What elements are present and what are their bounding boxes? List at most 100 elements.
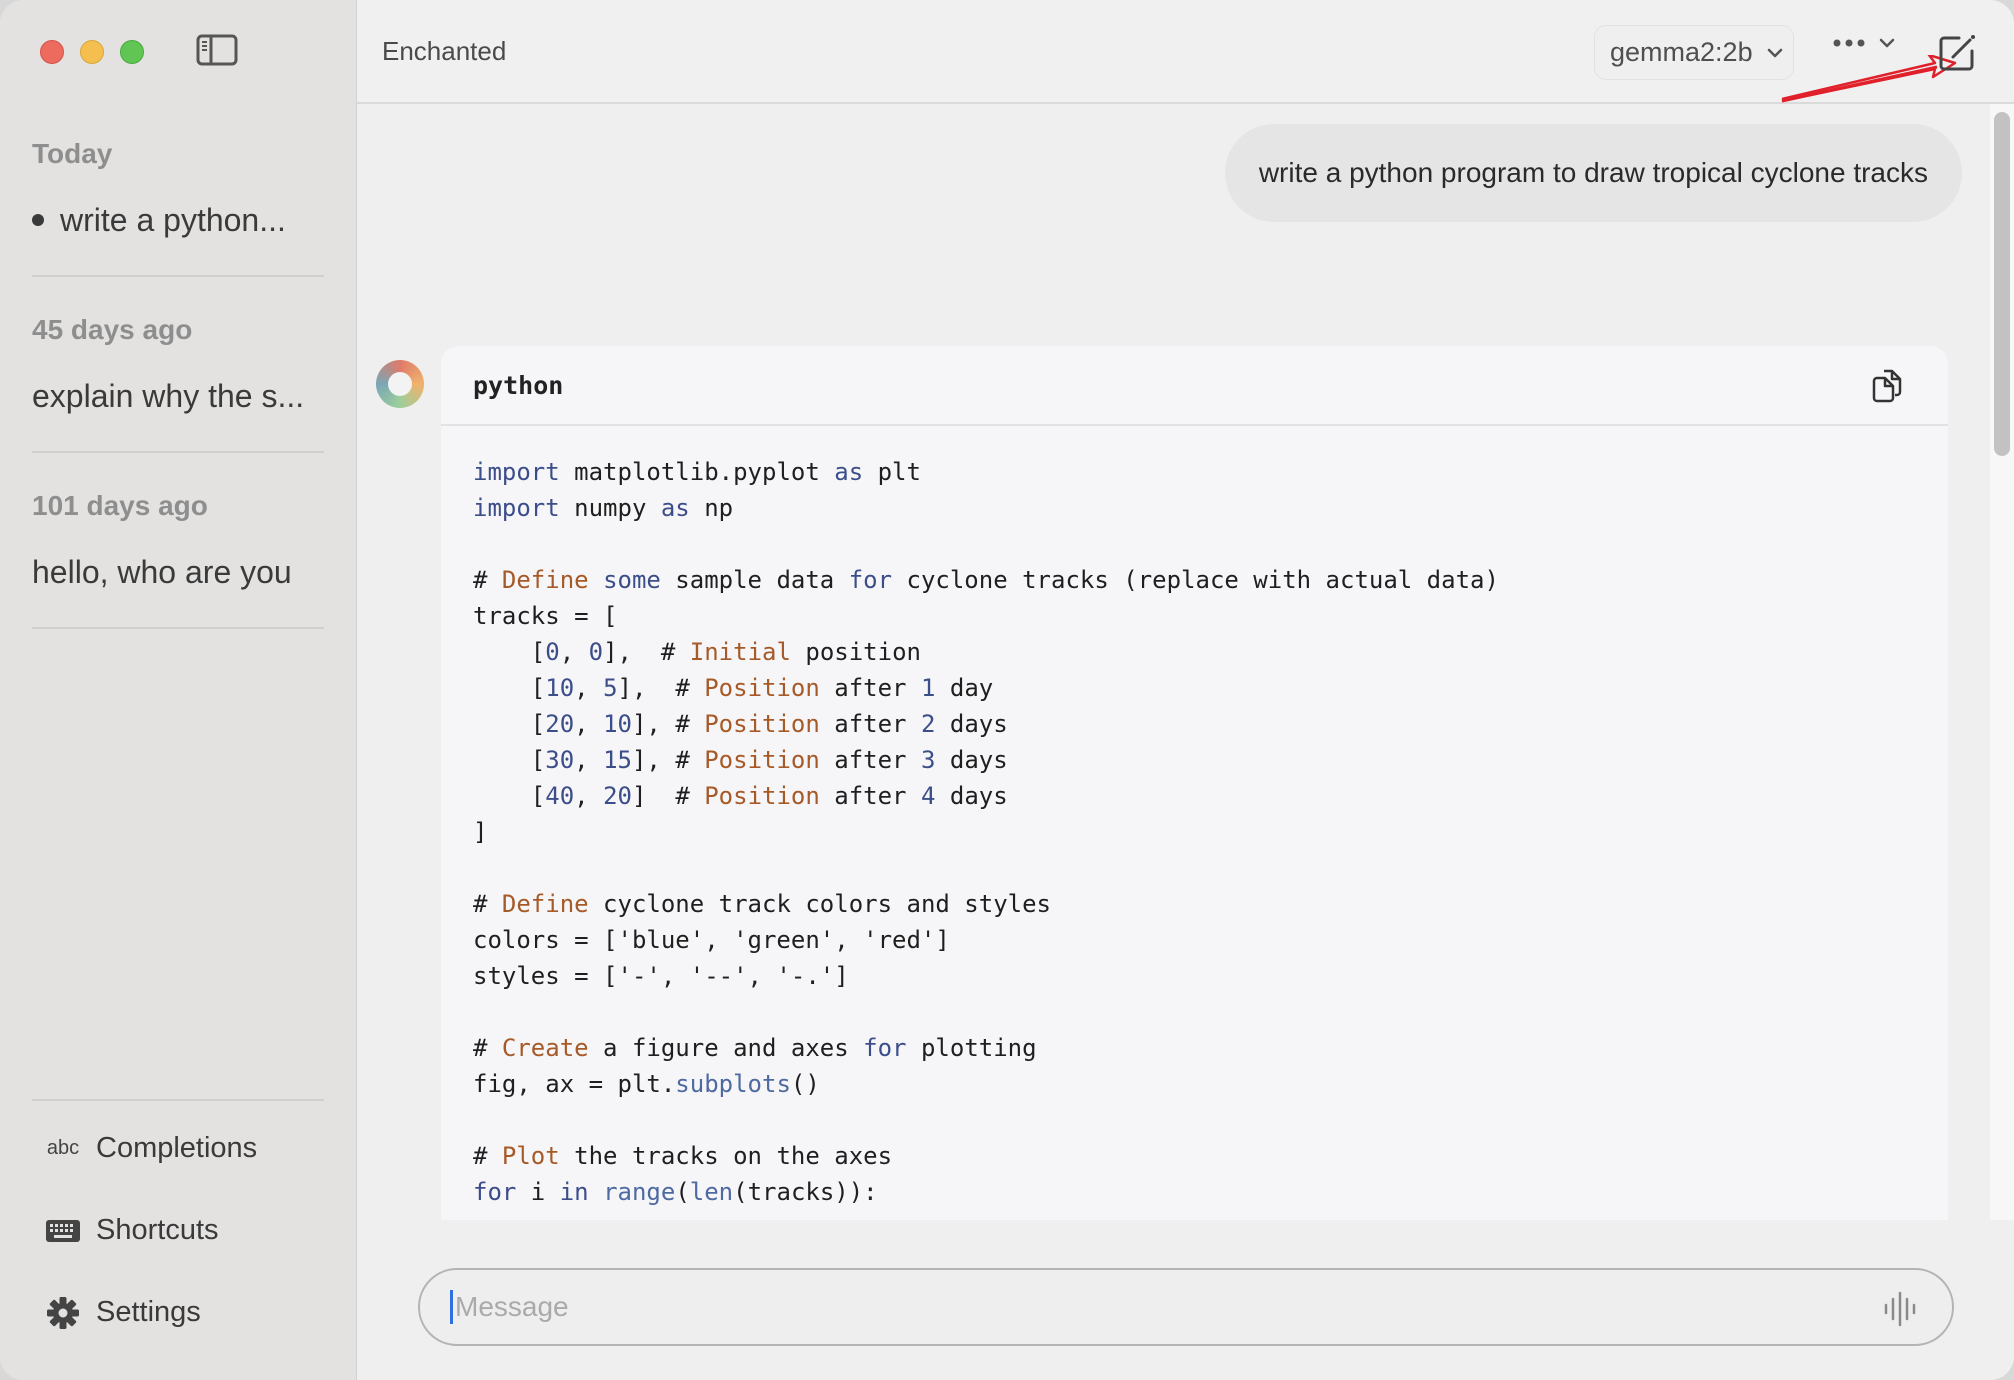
conversation-item[interactable]: write a python... bbox=[32, 202, 286, 239]
code-token: Define bbox=[501, 566, 589, 594]
code-line: # Create a figure and axes for plotting bbox=[473, 1030, 1916, 1066]
code-token: ] # bbox=[631, 782, 705, 810]
code-token: for bbox=[863, 1034, 907, 1062]
code-token: days bbox=[935, 746, 1008, 774]
code-token: tracks = [ bbox=[473, 602, 618, 630]
code-block: python import matplotlib.pyplot as plt im… bbox=[441, 346, 1948, 1220]
code-token: 5 bbox=[603, 674, 618, 702]
code-token: the tracks on the axes bbox=[559, 1142, 893, 1170]
code-token: i bbox=[516, 1178, 560, 1206]
code-token: [ bbox=[473, 674, 546, 702]
code-line: # Define some sample data for cyclone tr… bbox=[473, 562, 1916, 598]
code-token: 1 bbox=[920, 674, 936, 702]
conversation-item[interactable]: hello, who are you bbox=[32, 554, 292, 591]
code-token: len bbox=[689, 1178, 734, 1206]
scrollbar[interactable] bbox=[1990, 104, 2014, 1220]
code-token: cyclone track colors and styles bbox=[588, 890, 1051, 918]
code-token: 10 bbox=[545, 674, 575, 702]
close-window-button[interactable] bbox=[40, 40, 64, 64]
code-line: [40, 20] # Position after 4 days bbox=[473, 778, 1916, 814]
code-token: cyclone tracks (replace with actual data… bbox=[892, 566, 1499, 594]
model-selector[interactable]: gemma2:2b bbox=[1594, 25, 1794, 80]
code-token: 2 bbox=[920, 710, 936, 738]
code-token: 4 bbox=[920, 782, 936, 810]
more-options-button[interactable] bbox=[1833, 38, 1895, 48]
scrollbar-thumb[interactable] bbox=[1994, 112, 2010, 456]
code-token: # bbox=[473, 566, 502, 594]
divider bbox=[32, 627, 324, 629]
sidebar-toggle-icon[interactable] bbox=[196, 34, 238, 66]
conversation-item[interactable]: explain why the s... bbox=[32, 378, 304, 415]
code-token: days bbox=[935, 710, 1008, 738]
code-token: position bbox=[790, 638, 921, 666]
sidebar: Today write a python... 45 days ago expl… bbox=[0, 0, 357, 1380]
code-token: as bbox=[660, 494, 690, 522]
user-message-bubble: write a python program to draw tropical … bbox=[1224, 124, 1962, 222]
code-token: Initial bbox=[689, 638, 791, 666]
code-token: np bbox=[689, 494, 734, 522]
code-line: # Plot the tracks on the axes bbox=[473, 1138, 1916, 1174]
shortcuts-button[interactable]: Shortcuts bbox=[46, 1214, 219, 1247]
code-token: day bbox=[935, 674, 994, 702]
toolbar: Enchanted gemma2:2b bbox=[357, 0, 2014, 104]
copy-icon[interactable] bbox=[1870, 368, 1904, 404]
code-line: styles = ['-', '--', '-.'] bbox=[473, 958, 1916, 994]
ellipsis-icon bbox=[1833, 39, 1865, 47]
code-token: , bbox=[574, 782, 604, 810]
chevron-down-icon bbox=[1879, 38, 1895, 48]
divider bbox=[32, 451, 324, 453]
divider bbox=[32, 275, 324, 277]
code-line: [0, 0], # Initial position bbox=[473, 634, 1916, 670]
code-token: 30 bbox=[545, 746, 575, 774]
code-token: 0 bbox=[588, 638, 604, 666]
app-window: Today write a python... 45 days ago expl… bbox=[0, 0, 2014, 1380]
code-token: range bbox=[603, 1178, 676, 1206]
active-indicator bbox=[32, 213, 44, 226]
settings-label: Settings bbox=[96, 1296, 201, 1328]
code-token: as bbox=[834, 458, 864, 486]
code-line: import numpy as np bbox=[473, 490, 1916, 526]
completions-button[interactable]: abc Completions bbox=[46, 1132, 257, 1165]
code-token: 3 bbox=[920, 746, 936, 774]
code-token: [ bbox=[473, 746, 546, 774]
code-token: after bbox=[819, 782, 921, 810]
code-token: () bbox=[790, 1070, 820, 1098]
code-token: [ bbox=[473, 710, 546, 738]
code-token: styles = ['-', '--', '-.'] bbox=[473, 962, 849, 990]
code-token: [ bbox=[473, 638, 546, 666]
code-token: fig, ax = plt. bbox=[473, 1070, 676, 1098]
code-line: [30, 15], # Position after 3 days bbox=[473, 742, 1916, 778]
code-token: 40 bbox=[545, 782, 575, 810]
code-block-header: python bbox=[441, 346, 1948, 426]
conversation-title: hello, who are you bbox=[32, 554, 292, 590]
settings-button[interactable]: Settings bbox=[46, 1296, 201, 1329]
code-line: [20, 10], # Position after 2 days bbox=[473, 706, 1916, 742]
zoom-window-button[interactable] bbox=[120, 40, 144, 64]
code-token: some bbox=[603, 566, 661, 594]
code-token: # bbox=[473, 1034, 502, 1062]
code-token: (tracks)): bbox=[733, 1178, 878, 1206]
minimize-window-button[interactable] bbox=[80, 40, 104, 64]
text-caret bbox=[450, 1290, 453, 1324]
code-token: 10 bbox=[603, 710, 632, 738]
code-token: after bbox=[819, 674, 921, 702]
code-token: after bbox=[819, 710, 921, 738]
waveform-icon[interactable] bbox=[1882, 1290, 1922, 1328]
code-token: , bbox=[574, 746, 604, 774]
message-input[interactable] bbox=[455, 1291, 1855, 1323]
code-token: plt bbox=[863, 458, 921, 486]
code-line: fig, ax = plt.subplots() bbox=[473, 1066, 1916, 1102]
divider bbox=[32, 1099, 324, 1101]
code-token: , bbox=[574, 710, 604, 738]
code-token: # bbox=[473, 890, 502, 918]
code-line: import matplotlib.pyplot as plt bbox=[473, 454, 1916, 490]
shortcuts-label: Shortcuts bbox=[96, 1214, 219, 1246]
code-token: 15 bbox=[603, 746, 632, 774]
compose-icon[interactable] bbox=[1937, 33, 1977, 73]
code-token: sample data bbox=[660, 566, 849, 594]
annotation-arrow-icon bbox=[1781, 55, 1957, 103]
